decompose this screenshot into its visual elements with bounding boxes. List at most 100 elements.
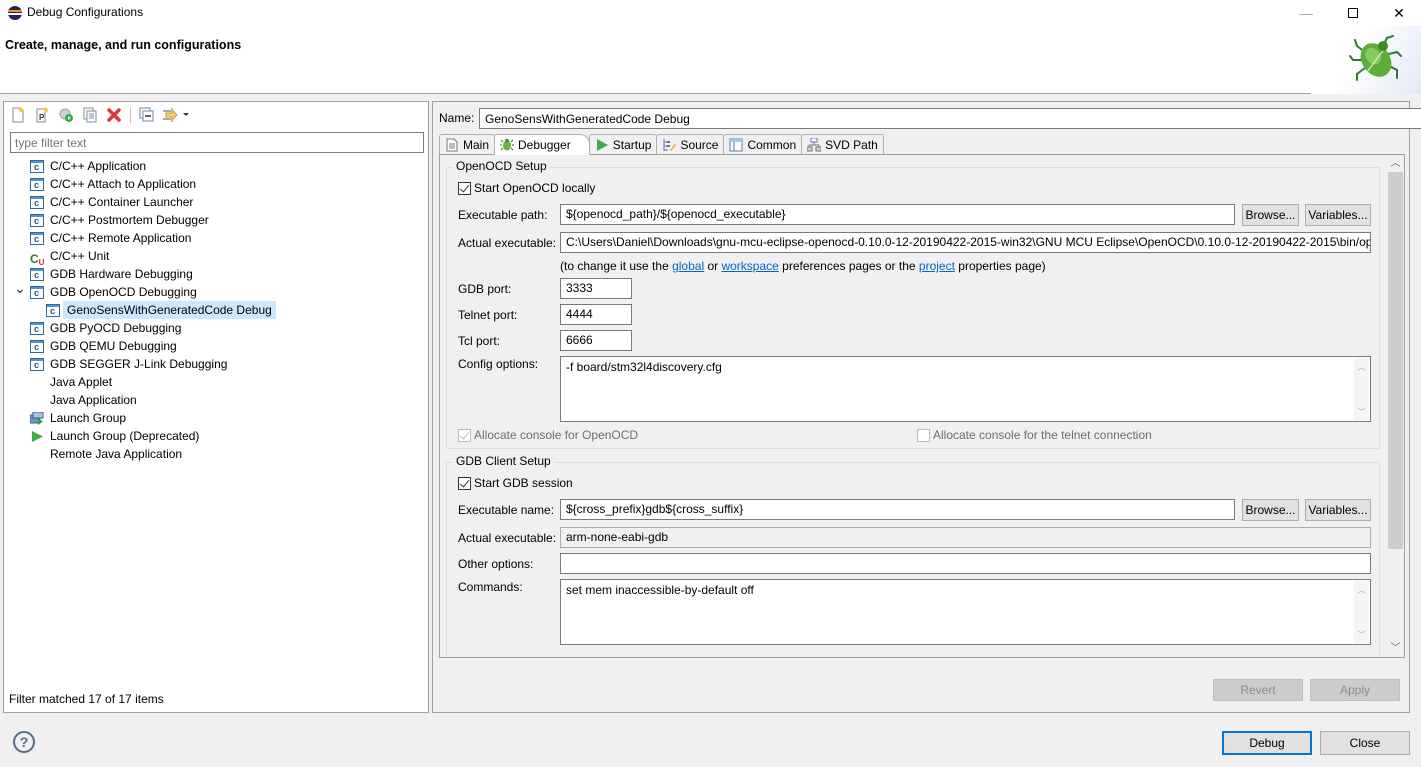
c-icon xyxy=(30,322,44,335)
tree-item[interactable]: C/C++ Container Launcher xyxy=(4,193,428,211)
allocate-console-openocd-checkbox[interactable]: Allocate console for OpenOCD xyxy=(458,428,638,442)
maximize-button[interactable] xyxy=(1330,0,1376,26)
duplicate-icon xyxy=(83,107,97,123)
tree-item[interactable]: C/C++ Application xyxy=(4,157,428,175)
project-link[interactable]: project xyxy=(919,259,955,273)
gdb-browse-button[interactable]: Browse... xyxy=(1242,499,1299,521)
tab-content-scrollbar[interactable]: ︿ ﹀ xyxy=(1387,155,1404,657)
tab-source[interactable]: Source xyxy=(656,134,725,154)
openocd-browse-button[interactable]: Browse... xyxy=(1242,204,1299,226)
minimize-button[interactable]: — xyxy=(1283,0,1329,26)
scroll-up-icon[interactable]: ︿ xyxy=(1387,155,1404,172)
filter-button[interactable] xyxy=(161,105,191,125)
telnet-port-input[interactable]: 4444 xyxy=(560,304,632,325)
tab-startup[interactable]: Startup xyxy=(588,134,658,154)
c-icon xyxy=(30,358,44,371)
allocate-console-telnet-box[interactable] xyxy=(917,428,930,442)
c-icon xyxy=(30,178,44,191)
config-options-textarea[interactable]: -f board/stm32l4discovery.cfg ︿ ﹀ xyxy=(560,356,1371,422)
collapse-all-button[interactable] xyxy=(137,105,157,125)
name-input[interactable] xyxy=(479,108,1421,129)
gdb-exe-name-label: Executable name: xyxy=(458,503,555,517)
other-options-input[interactable] xyxy=(560,553,1371,574)
tree-item[interactable]: Remote Java Application xyxy=(4,445,428,463)
apply-button[interactable]: Apply xyxy=(1310,679,1400,701)
tree-item[interactable]: ⌄ GDB OpenOCD Debugging xyxy=(4,280,428,301)
tree-item[interactable]: Java Application xyxy=(4,391,428,409)
hint-text: or xyxy=(704,259,722,273)
tree-item[interactable]: GDB PyOCD Debugging xyxy=(4,319,428,337)
duplicate-button[interactable] xyxy=(80,105,100,125)
tree-item[interactable]: C/C++ Remote Application xyxy=(4,229,428,247)
revert-button[interactable]: Revert xyxy=(1213,679,1303,701)
scroll-down-icon[interactable]: ﹀ xyxy=(1387,640,1404,657)
c-icon xyxy=(30,160,44,173)
startup-tab-icon xyxy=(595,138,609,152)
tree-item[interactable]: GDB QEMU Debugging xyxy=(4,337,428,355)
tab-main[interactable]: Main xyxy=(439,134,496,154)
config-options-scrollbar[interactable]: ︿ ﹀ xyxy=(1354,358,1369,420)
tree-item[interactable]: GenoSensWithGeneratedCode Debug xyxy=(4,301,428,319)
start-gdb-session-box[interactable] xyxy=(458,476,471,490)
new-prototype-button[interactable]: P xyxy=(32,105,52,125)
tree-item[interactable]: CU C/C++ Unit xyxy=(4,247,428,267)
tree-item[interactable]: C/C++ Postmortem Debugger xyxy=(4,211,428,229)
gdb-variables-button[interactable]: Variables... xyxy=(1305,499,1371,521)
hint-text: (to change it use the xyxy=(560,259,673,273)
start-gdb-session-label: Start GDB session xyxy=(474,476,573,490)
title-bar: Debug Configurations — ✕ xyxy=(0,0,1421,26)
tree-item-label: GDB PyOCD Debugging xyxy=(50,321,182,335)
start-openocd-checkbox[interactable]: Start OpenOCD locally xyxy=(458,181,595,195)
tab-debugger[interactable]: Debugger xyxy=(494,134,590,155)
openocd-exe-path-input[interactable]: ${openocd_path}/${openocd_executable} xyxy=(560,204,1235,225)
gdb-port-label: GDB port: xyxy=(458,282,512,296)
name-label: Name: xyxy=(439,111,475,125)
tree-item[interactable]: C/C++ Attach to Application xyxy=(4,175,428,193)
tree-item-label: GDB QEMU Debugging xyxy=(50,339,177,353)
gdb-exe-name-input[interactable]: ${cross_prefix}gdb${cross_suffix} xyxy=(560,499,1235,520)
tree-item-label: C/C++ Unit xyxy=(50,249,110,263)
start-openocd-box[interactable] xyxy=(458,181,471,195)
svd-tab-icon xyxy=(807,137,822,152)
tree-item-label: Launch Group xyxy=(50,411,127,425)
close-icon: ✕ xyxy=(1393,4,1405,21)
dialog-header: Create, manage, and run configurations xyxy=(0,26,1421,94)
tab-label: SVD Path xyxy=(825,137,878,152)
commands-scrollbar[interactable]: ︿ ﹀ xyxy=(1354,581,1369,643)
tcl-port-input[interactable]: 6666 xyxy=(560,330,632,351)
chevron-down-icon: ﹀ xyxy=(1356,407,1366,417)
configuration-tree-panel: P C/C++ Application C/C++ Attach to Appli… xyxy=(3,101,429,713)
window-title: Debug Configurations xyxy=(27,5,144,19)
tree-item[interactable]: Java Applet xyxy=(4,373,428,391)
chevron-up-icon: ︿ xyxy=(1356,362,1366,372)
global-link[interactable]: global xyxy=(672,259,704,273)
new-configuration-button[interactable] xyxy=(8,105,28,125)
tab-label: Debugger xyxy=(518,138,571,152)
openocd-variables-button[interactable]: Variables... xyxy=(1305,204,1371,226)
chevron-down-icon[interactable]: ⌄ xyxy=(14,279,26,297)
eclipse-icon xyxy=(8,6,22,20)
tab-svd-path[interactable]: SVD Path xyxy=(801,134,884,154)
tree-item[interactable]: Launch Group (Deprecated) xyxy=(4,427,428,445)
help-icon[interactable]: ? xyxy=(13,731,35,753)
start-gdb-session-checkbox[interactable]: Start GDB session xyxy=(458,476,573,490)
commands-textarea[interactable]: set mem inaccessible-by-default off ︿ ﹀ xyxy=(560,579,1371,645)
close-button[interactable]: Close xyxy=(1320,731,1410,755)
workspace-link[interactable]: workspace xyxy=(721,259,778,273)
scrollbar-thumb[interactable] xyxy=(1388,172,1403,549)
tree-item[interactable]: GDB SEGGER J-Link Debugging xyxy=(4,355,428,373)
tree-item[interactable]: GDB Hardware Debugging xyxy=(4,265,428,283)
close-window-button[interactable]: ✕ xyxy=(1376,0,1421,26)
tree-item-label: Launch Group (Deprecated) xyxy=(50,429,200,443)
export-button[interactable] xyxy=(56,105,76,125)
gdb-client-setup-title: GDB Client Setup xyxy=(453,454,554,468)
filter-input[interactable] xyxy=(10,132,424,153)
debug-button[interactable]: Debug xyxy=(1222,731,1312,755)
delete-button[interactable] xyxy=(104,105,124,125)
tree-item[interactable]: Launch Group xyxy=(4,409,428,427)
gdb-port-input[interactable]: 3333 xyxy=(560,278,632,299)
tab-label: Common xyxy=(747,137,797,152)
allocate-console-openocd-box[interactable] xyxy=(458,428,471,442)
allocate-console-telnet-checkbox[interactable]: Allocate console for the telnet connecti… xyxy=(917,428,1152,442)
tab-common[interactable]: Common xyxy=(723,134,803,154)
